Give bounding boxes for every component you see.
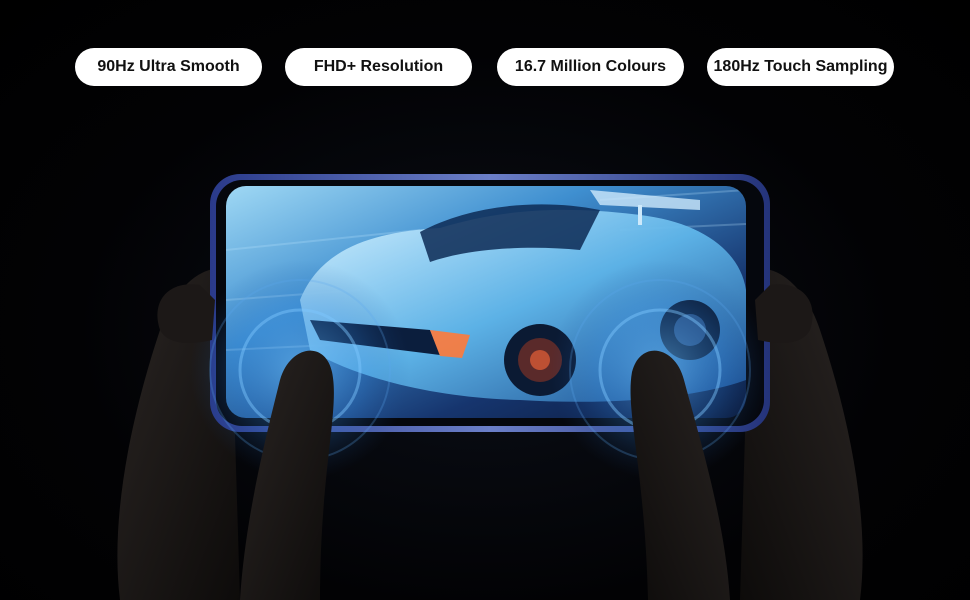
- right-finger: [755, 284, 813, 343]
- phone-illustration: [117, 174, 863, 600]
- product-banner: 90Hz Ultra Smooth FHD+ Resolution 16.7 M…: [0, 0, 970, 600]
- left-finger: [157, 284, 215, 343]
